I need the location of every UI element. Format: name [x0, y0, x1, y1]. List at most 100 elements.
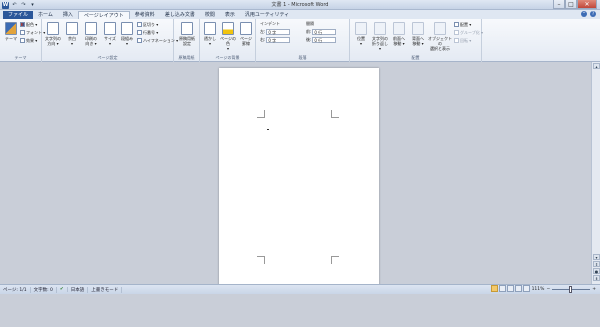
- page-count[interactable]: ページ: 1/1: [0, 286, 31, 293]
- group-paragraph-label: 段落: [298, 55, 307, 60]
- rotate-button[interactable]: 回転 ▾: [454, 37, 471, 44]
- indent-right-field[interactable]: 0 字: [266, 36, 291, 43]
- rotate-label: 回転 ▾: [460, 38, 472, 43]
- proofing-check-icon[interactable]: ✔: [57, 287, 68, 292]
- previous-page-button[interactable]: ⇞: [593, 261, 600, 267]
- spacing-after-field[interactable]: 0 行: [312, 36, 337, 43]
- zoom-in-button[interactable]: +: [592, 287, 596, 292]
- send-backward-button[interactable]: 背面へ 移動 ▾: [409, 22, 427, 46]
- full-screen-reading-view-icon[interactable]: [499, 285, 506, 292]
- send-backward-icon: [412, 22, 424, 35]
- hyphenation-button[interactable]: ハイフネーション ▾: [137, 37, 178, 44]
- tab-home[interactable]: ホーム: [33, 11, 58, 19]
- tab-view[interactable]: 表示: [220, 11, 240, 19]
- window-title: 文書 1 - Microsoft Word: [271, 2, 329, 8]
- indent-left-label: 左:: [260, 29, 266, 34]
- spacing-heading-label: 間隔: [306, 21, 314, 26]
- zoom-control: 111% − +: [532, 285, 596, 293]
- close-button[interactable]: ✕: [577, 0, 597, 9]
- vertical-scrollbar[interactable]: ▴ ▾ ⇞ ● ⇟: [591, 62, 600, 284]
- text-direction-label: 文字列の 方向 ▾: [45, 36, 61, 46]
- wrap-text-icon: [374, 22, 386, 35]
- crop-mark-bottom-left: [257, 256, 265, 264]
- breaks-button[interactable]: 区切り ▾: [137, 21, 158, 28]
- margins-label: 余白 ▾: [68, 36, 76, 46]
- crop-mark-top-right: [331, 110, 339, 118]
- watermark-button[interactable]: 透かし ▾: [201, 22, 219, 46]
- zoom-slider-handle[interactable]: [569, 285, 573, 293]
- zoom-slider[interactable]: [552, 285, 591, 293]
- zoom-level[interactable]: 111%: [532, 287, 545, 292]
- scroll-down-button[interactable]: ▾: [593, 254, 600, 260]
- page-color-label: ページの色 ▾: [220, 36, 236, 51]
- orientation-button[interactable]: 印刷の 向き ▾: [82, 22, 100, 46]
- breaks-label: 区切り ▾: [143, 22, 159, 27]
- help-icons: ^ ?: [581, 11, 596, 17]
- indent-heading: インデント: [260, 20, 280, 27]
- group-page-setup: 文字列の 方向 ▾ 余白 ▾ 印刷の 向き ▾ サイズ ▾ 段組み ▾ 区切り …: [42, 19, 178, 62]
- effects-icon: [20, 38, 25, 43]
- text-direction-button[interactable]: 文字列の 方向 ▾: [44, 22, 62, 46]
- themes-label: テーマ: [5, 36, 17, 41]
- breaks-icon: [137, 22, 142, 27]
- send-backward-label: 背面へ 移動 ▾: [412, 36, 424, 46]
- margins-button[interactable]: 余白 ▾: [63, 22, 81, 46]
- overtype-mode[interactable]: 上書きモード: [88, 286, 123, 293]
- tab-file[interactable]: ファイル: [3, 11, 34, 19]
- select-browse-object-button[interactable]: ●: [593, 268, 600, 274]
- text-cursor: [267, 129, 269, 130]
- outline-view-icon[interactable]: [515, 285, 522, 292]
- ribbon: テーマ 配色 ▾ フォント ▾ 効果 ▾ テーマ 文字列の 方向 ▾ 余白 ▾ …: [0, 19, 600, 62]
- themes-icon: [5, 22, 17, 35]
- document-page[interactable]: [219, 68, 379, 302]
- tab-review[interactable]: 校閲: [200, 11, 220, 19]
- align-icon: [454, 22, 459, 27]
- spacing-before-field[interactable]: 0 行: [312, 28, 337, 35]
- tab-mailings[interactable]: 差し込み文書: [160, 11, 200, 19]
- tab-references[interactable]: 参考資料: [130, 11, 160, 19]
- tab-insert[interactable]: 挿入: [58, 11, 78, 19]
- page-color-button[interactable]: ページの色 ▾: [219, 22, 237, 51]
- web-layout-view-icon[interactable]: [507, 285, 514, 292]
- bring-forward-button[interactable]: 前面へ 移動 ▾: [390, 22, 408, 46]
- themes-button[interactable]: テーマ: [2, 22, 20, 41]
- line-numbers-button[interactable]: 行番号 ▾: [137, 29, 158, 36]
- spacing-after-label: 後:: [306, 37, 312, 42]
- word-count[interactable]: 文字数: 0: [31, 286, 57, 293]
- theme-colors-button[interactable]: 配色 ▾: [20, 21, 37, 28]
- selection-pane-button[interactable]: オブジェクトの 選択と表示: [428, 22, 452, 51]
- print-layout-view-icon[interactable]: [491, 285, 498, 292]
- page-borders-button[interactable]: ページ 罫線: [237, 22, 255, 46]
- columns-label: 段組み ▾: [121, 36, 133, 46]
- palette-icon: [20, 22, 25, 27]
- language-indicator[interactable]: 日本語: [68, 286, 89, 293]
- align-button[interactable]: 配置 ▾: [454, 21, 471, 28]
- zoom-out-button[interactable]: −: [546, 287, 550, 292]
- selection-pane-label: オブジェクトの 選択と表示: [428, 36, 452, 51]
- ribbon-collapse-icon[interactable]: ^: [581, 11, 587, 17]
- tab-page-layout[interactable]: ページレイアウト: [77, 11, 130, 19]
- watermark-icon: [204, 22, 216, 35]
- size-label: サイズ ▾: [104, 36, 116, 46]
- spacing-heading: 間隔: [306, 20, 314, 27]
- minimize-button[interactable]: –: [553, 0, 565, 9]
- next-page-button[interactable]: ⇟: [593, 275, 600, 281]
- group-objects-button[interactable]: グループ化 ▾: [454, 29, 483, 36]
- theme-effects-button[interactable]: 効果 ▾: [20, 37, 37, 44]
- columns-button[interactable]: 段組み ▾: [118, 22, 136, 46]
- wrap-text-button[interactable]: 文字列の 折り返し ▾: [371, 22, 389, 51]
- size-button[interactable]: サイズ ▾: [101, 22, 119, 46]
- scroll-up-button[interactable]: ▴: [593, 63, 600, 69]
- indent-left-field[interactable]: 0 字: [266, 28, 291, 35]
- group-manuscript: 原稿用紙 設定 原稿用紙: [174, 19, 200, 62]
- help-icon[interactable]: ?: [590, 11, 596, 17]
- position-button[interactable]: 位置 ▾: [352, 22, 370, 46]
- maximize-button[interactable]: □: [565, 0, 577, 9]
- columns-icon: [121, 22, 133, 35]
- tab-utilities[interactable]: 汎用ユーティリティ: [240, 11, 294, 19]
- manuscript-settings-button[interactable]: 原稿用紙 設定: [178, 22, 196, 46]
- group-arrange: 位置 ▾ 文字列の 折り返し ▾ 前面へ 移動 ▾ 背面へ 移動 ▾ オブジェク…: [350, 19, 483, 62]
- crop-mark-bottom-right: [331, 256, 339, 264]
- draft-view-icon[interactable]: [523, 285, 530, 292]
- manuscript-icon: [181, 22, 193, 35]
